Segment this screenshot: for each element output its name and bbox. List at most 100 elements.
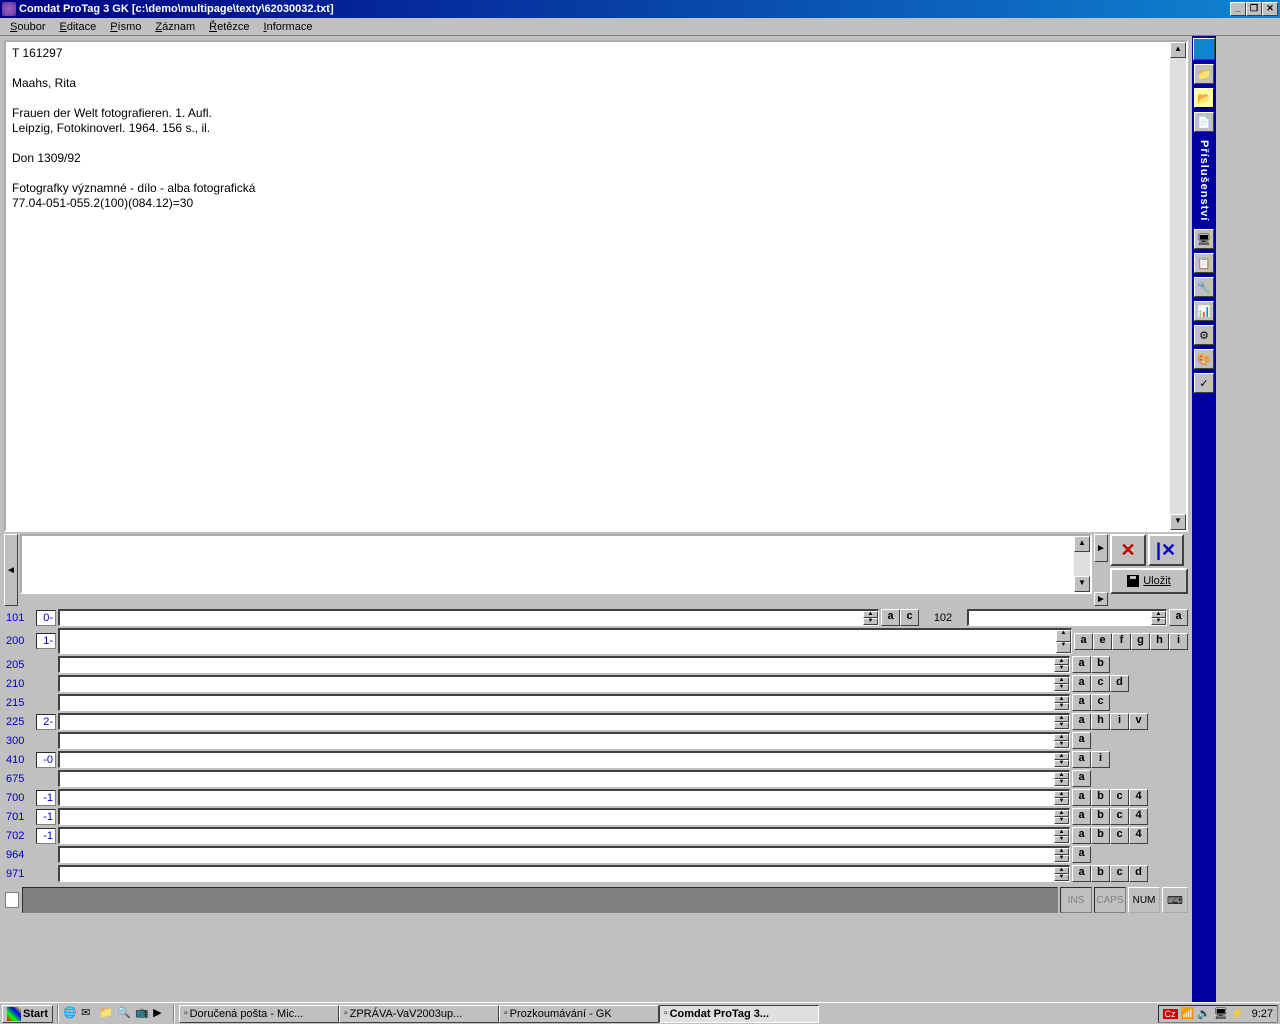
tray-icon-4[interactable]: ⚡ xyxy=(1231,1007,1245,1020)
maximize-button[interactable]: ❐ xyxy=(1246,2,1262,16)
tray-icon-3[interactable]: 🖥 xyxy=(1214,1007,1228,1020)
side-tool6-icon[interactable]: 🎨 xyxy=(1194,349,1214,369)
field-input[interactable]: ▲▼ xyxy=(58,732,1070,749)
scroll-up-icon[interactable]: ▲ xyxy=(1074,536,1090,552)
field-sub[interactable]: -1 xyxy=(36,809,56,825)
field-sub[interactable]: -1 xyxy=(36,790,56,806)
field-input[interactable]: ▲▼ xyxy=(58,827,1070,844)
tag-a[interactable]: a xyxy=(1074,633,1093,650)
tag-a[interactable]: a xyxy=(1072,846,1091,863)
tray-lang[interactable]: Cz xyxy=(1163,1009,1178,1019)
tag-a[interactable]: a xyxy=(1072,694,1091,711)
side-doc-icon[interactable]: 📄 xyxy=(1194,112,1214,132)
side-win-icon[interactable] xyxy=(1193,38,1215,60)
quicklaunch-ie-icon[interactable]: 🌐 xyxy=(63,1006,79,1022)
tag-a[interactable]: a xyxy=(881,609,900,626)
close-button[interactable]: ✕ xyxy=(1262,2,1278,16)
tag-a[interactable]: a xyxy=(1072,656,1091,673)
tag-f[interactable]: f xyxy=(1112,633,1131,650)
tag-a[interactable]: a xyxy=(1072,751,1091,768)
side-tool3-icon[interactable]: 🔧 xyxy=(1194,277,1214,297)
field-input[interactable]: ▲▼ xyxy=(58,751,1070,768)
nav-right-small-button[interactable]: ► xyxy=(1094,592,1108,606)
quicklaunch-5-icon[interactable]: 📺 xyxy=(135,1006,151,1022)
menu-editace[interactable]: Editace xyxy=(53,20,102,34)
scroll-up-button[interactable]: ▲ xyxy=(1170,42,1186,58)
tag-c[interactable]: c xyxy=(1110,865,1129,882)
delete-red-button[interactable]: ✕ xyxy=(1110,534,1146,566)
tag-a[interactable]: a xyxy=(1072,789,1091,806)
tag-b[interactable]: b xyxy=(1091,865,1110,882)
field-input[interactable]: ▲▼ xyxy=(58,789,1070,806)
side-tool4-icon[interactable]: 📊 xyxy=(1194,301,1214,321)
tag-d[interactable]: d xyxy=(1110,675,1129,692)
tag-g[interactable]: g xyxy=(1131,633,1150,650)
menu-zaznam[interactable]: Záznam xyxy=(149,20,201,34)
tag-e[interactable]: e xyxy=(1093,633,1112,650)
minimize-button[interactable]: _ xyxy=(1230,2,1246,16)
nav-right-button[interactable]: ► xyxy=(1094,534,1108,562)
field-sub[interactable]: -1 xyxy=(36,828,56,844)
delete-blue-button[interactable]: |✕ xyxy=(1148,534,1184,566)
tag-h[interactable]: h xyxy=(1091,713,1110,730)
tag-4[interactable]: 4 xyxy=(1129,789,1148,806)
side-folder1-icon[interactable]: 📁 xyxy=(1194,64,1214,84)
tag-c[interactable]: c xyxy=(900,609,919,626)
tag-b[interactable]: b xyxy=(1091,789,1110,806)
field-input[interactable]: ▲▼ xyxy=(58,865,1070,882)
tag-b[interactable]: b xyxy=(1091,827,1110,844)
keyboard-icon[interactable]: ⌨ xyxy=(1162,887,1188,913)
taskbar-task[interactable]: ▫Comdat ProTag 3... xyxy=(659,1005,819,1023)
tag-c[interactable]: c xyxy=(1110,827,1129,844)
field-input[interactable]: ▲▼ xyxy=(967,609,1167,626)
tag-a[interactable]: a xyxy=(1072,675,1091,692)
field-sub[interactable]: 1- xyxy=(36,633,56,649)
tag-a[interactable]: a xyxy=(1072,865,1091,882)
taskbar-task[interactable]: ▫Prozkoumávání - GK xyxy=(499,1005,659,1023)
tag-a[interactable]: a xyxy=(1072,808,1091,825)
field-input[interactable]: ▲▼ xyxy=(58,675,1070,692)
document-textbox[interactable]: T 161297 Maahs, Rita Frauen der Welt fot… xyxy=(4,40,1188,532)
tag-a[interactable]: a xyxy=(1072,732,1091,749)
quicklaunch-mail-icon[interactable]: ✉ xyxy=(81,1006,97,1022)
side-folder2-icon[interactable]: 📂 xyxy=(1194,88,1214,108)
quicklaunch-3-icon[interactable]: 📁 xyxy=(99,1006,115,1022)
side-tool1-icon[interactable]: 🖥 xyxy=(1194,229,1214,249)
tag-4[interactable]: 4 xyxy=(1129,808,1148,825)
field-input[interactable]: ▲▼ xyxy=(58,628,1072,654)
field-input[interactable]: ▲▼ xyxy=(58,846,1070,863)
field-input[interactable]: ▲▼ xyxy=(58,656,1070,673)
tag-i[interactable]: i xyxy=(1110,713,1129,730)
save-button[interactable]: Uložit xyxy=(1110,568,1188,594)
menu-soubor[interactable]: Soubor xyxy=(4,20,51,34)
field-input[interactable]: ▲▼ xyxy=(58,770,1070,787)
tag-h[interactable]: h xyxy=(1150,633,1169,650)
tag-b[interactable]: b xyxy=(1091,808,1110,825)
field-input[interactable]: ▲▼ xyxy=(58,694,1070,711)
field-sub[interactable]: 2- xyxy=(36,714,56,730)
menu-informace[interactable]: Informace xyxy=(258,20,319,34)
nav-left-button[interactable]: ◄ xyxy=(4,534,18,606)
tag-4[interactable]: 4 xyxy=(1129,827,1148,844)
document-text[interactable]: T 161297 Maahs, Rita Frauen der Welt fot… xyxy=(6,42,1186,530)
scroll-down-icon[interactable]: ▼ xyxy=(1074,576,1090,592)
tag-i[interactable]: i xyxy=(1091,751,1110,768)
tag-b[interactable]: b xyxy=(1091,656,1110,673)
tag-c[interactable]: c xyxy=(1091,675,1110,692)
quicklaunch-6-icon[interactable]: ▶ xyxy=(153,1006,169,1022)
taskbar-task[interactable]: ▫Doručená pošta - Mic... xyxy=(179,1005,339,1023)
field-input[interactable]: ▲▼ xyxy=(58,713,1070,730)
menu-retezce[interactable]: Řetězce xyxy=(203,20,255,34)
tag-c[interactable]: c xyxy=(1110,789,1129,806)
tag-c[interactable]: c xyxy=(1110,808,1129,825)
side-tool5-icon[interactable]: ⚙ xyxy=(1194,325,1214,345)
tag-a[interactable]: a xyxy=(1072,770,1091,787)
tray-icon-1[interactable]: 📶 xyxy=(1181,1007,1195,1020)
side-tool7-icon[interactable]: ✓ xyxy=(1194,373,1214,393)
tag-c[interactable]: c xyxy=(1091,694,1110,711)
tag-i[interactable]: i xyxy=(1169,633,1188,650)
field-sub[interactable]: -0 xyxy=(36,752,56,768)
tray-clock[interactable]: 9:27 xyxy=(1252,1008,1273,1020)
tag-a[interactable]: a xyxy=(1169,609,1188,626)
quicklaunch-4-icon[interactable]: 🔍 xyxy=(117,1006,133,1022)
